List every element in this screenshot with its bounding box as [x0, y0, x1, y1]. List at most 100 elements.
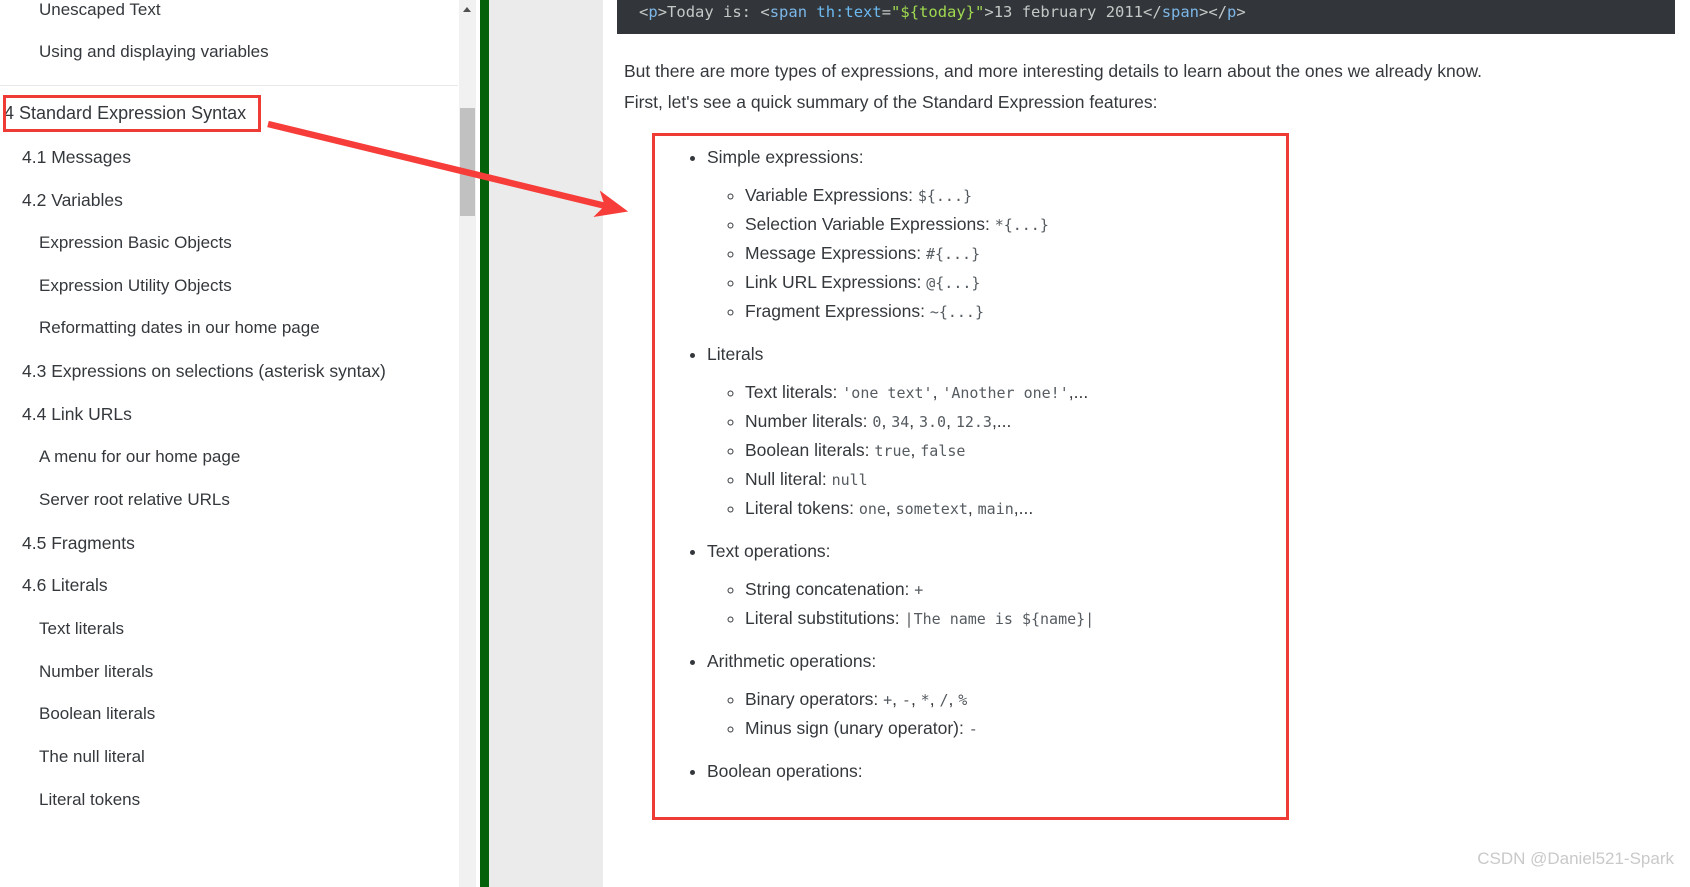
feature-item-code: one — [858, 500, 886, 518]
code-token-9: "${today}" — [891, 3, 985, 21]
sidebar-scrollbar[interactable] — [459, 0, 476, 887]
feature-item-code: 3.0 — [918, 413, 947, 431]
toc-item-8[interactable]: 4.3 Expressions on selections (asterisk … — [0, 361, 386, 382]
toc-item-6[interactable]: Expression Utility Objects — [0, 276, 232, 296]
feature-item-code: @{...} — [926, 274, 981, 292]
toc-item-7[interactable]: Reformatting dates in our home page — [0, 318, 320, 338]
feature-item-label: Selection Variable Expressions: — [745, 214, 990, 234]
code-sample-block: <p>Today is: <span th:text="${today}">13… — [617, 0, 1675, 34]
feature-item-code: null — [831, 471, 868, 489]
feature-item-code: ${...} — [917, 187, 973, 205]
feature-sublist: Text literals: 'one text', 'Another one!… — [707, 378, 1286, 523]
green-divider-bar — [480, 0, 489, 887]
feature-item-code: true — [874, 442, 911, 460]
feature-item-tail: ,... — [1013, 498, 1034, 518]
toc-item-17[interactable]: The null literal — [0, 747, 145, 767]
feature-item-code: main — [977, 500, 1014, 518]
feature-item-code: *{...} — [994, 216, 1049, 234]
feature-item-label: Message Expressions: — [745, 243, 922, 263]
feature-item-label: Binary operators: — [745, 689, 879, 709]
feature-item-separator: , — [932, 382, 943, 402]
feature-group: Simple expressions: Variable Expressions:… — [707, 145, 1286, 326]
toc-item-15[interactable]: Number literals — [0, 662, 153, 682]
feature-item: Boolean literals: true, false — [745, 436, 1286, 465]
feature-item-code: #{...} — [925, 245, 981, 263]
feature-item-code: 'one text' — [842, 384, 933, 402]
code-token-12: span — [1161, 3, 1200, 21]
main-content: <p>Today is: <span th:text="${today}">13… — [603, 0, 1690, 887]
feature-item-code: - — [901, 691, 911, 709]
code-token-5: span — [769, 3, 808, 21]
feature-item: Null literal: null — [745, 465, 1286, 494]
feature-item-tail: ,... — [1068, 382, 1089, 402]
feature-item-separator: , — [909, 411, 919, 431]
feature-item: Link URL Expressions: @{...} — [745, 268, 1286, 297]
feature-item-label: Variable Expressions: — [745, 185, 913, 205]
feature-item: String concatenation: + — [745, 575, 1286, 604]
code-token-3: Today is: — [667, 3, 761, 21]
feature-item-code: * — [920, 691, 930, 709]
toc-item-11[interactable]: Server root relative URLs — [0, 490, 230, 510]
feature-group-title: Simple expressions: — [707, 147, 864, 167]
code-token-16: > — [1236, 3, 1246, 21]
feature-item-code: 'Another one!' — [942, 384, 1069, 402]
toc-item-16[interactable]: Boolean literals — [0, 704, 155, 724]
feature-item-label: Literal substitutions: — [745, 608, 900, 628]
scroll-up-arrow-icon[interactable] — [459, 0, 476, 17]
feature-item-code: + — [914, 581, 924, 599]
feature-list: Simple expressions: Variable Expressions:… — [655, 145, 1286, 783]
feature-item: Message Expressions: #{...} — [745, 239, 1286, 268]
code-token-0: < — [639, 3, 649, 21]
feature-group: Boolean operations: — [707, 759, 1286, 783]
table-of-contents-sidebar[interactable]: Unescaped Text Using and displaying varia… — [0, 0, 458, 887]
feature-group-title: Boolean operations: — [707, 761, 863, 781]
toc-item-4[interactable]: 4.2 Variables — [0, 190, 123, 211]
toc-item-13[interactable]: 4.6 Literals — [0, 575, 108, 596]
toc-item-1[interactable]: Using and displaying variables — [0, 42, 269, 62]
toc-item-14[interactable]: Text literals — [0, 619, 124, 639]
feature-item-tail: ,... — [991, 411, 1012, 431]
feature-item-label: Null literal: — [745, 469, 827, 489]
toc-item-10[interactable]: A menu for our home page — [0, 447, 240, 467]
code-token-14: </ — [1208, 3, 1228, 21]
feature-item-separator: , — [910, 440, 921, 460]
feature-item-label: Boolean literals: — [745, 440, 870, 460]
page-left-gutter — [489, 0, 603, 887]
code-token-7: th:text — [816, 3, 882, 21]
toc-item-5[interactable]: Expression Basic Objects — [0, 233, 232, 253]
toc-item-2[interactable]: 4 Standard Expression Syntax — [0, 103, 246, 125]
feature-item-separator: , — [885, 498, 896, 518]
feature-item-label: Minus sign (unary operator): — [745, 718, 964, 738]
feature-item-label: Number literals: — [745, 411, 868, 431]
code-token-2: > — [657, 3, 668, 21]
scrollbar-thumb[interactable] — [460, 108, 475, 216]
feature-item-separator: , — [929, 689, 940, 709]
toc-item-12[interactable]: 4.5 Fragments — [0, 533, 135, 554]
feature-item: Number literals: 0, 34, 3.0, 12.3,... — [745, 407, 1286, 436]
code-token-15: p — [1227, 3, 1237, 21]
feature-item-separator: , — [881, 411, 892, 431]
feature-item: Fragment Expressions: ~{...} — [745, 297, 1286, 326]
code-token-11: </ — [1143, 3, 1162, 21]
code-token-6 — [807, 3, 816, 21]
feature-item: Minus sign (unary operator): - — [745, 714, 1286, 743]
toc-item-9[interactable]: 4.4 Link URLs — [0, 404, 132, 425]
feature-item-code: sometext — [895, 500, 968, 518]
feature-item-separator: , — [946, 411, 956, 431]
feature-item-label: Literal tokens: — [745, 498, 854, 518]
feature-group-title: Text operations: — [707, 541, 831, 561]
toc-item-3[interactable]: 4.1 Messages — [0, 147, 131, 168]
code-token-4: < — [760, 3, 770, 21]
feature-item: Text literals: 'one text', 'Another one!… — [745, 378, 1286, 407]
toc-item-0[interactable]: Unescaped Text — [0, 0, 161, 20]
feature-group-title: Literals — [707, 344, 764, 364]
code-sample-line: <p>Today is: <span th:text="${today}">13… — [639, 2, 1675, 22]
feature-item-separator: , — [910, 689, 921, 709]
feature-item-code: % — [958, 691, 968, 709]
toc-section-divider — [0, 85, 458, 86]
feature-item: Literal substitutions: |The name is ${na… — [745, 604, 1286, 633]
feature-item-separator: , — [967, 498, 978, 518]
intro-paragraph: But there are more types of expressions,… — [624, 56, 1674, 118]
toc-item-18[interactable]: Literal tokens — [0, 790, 140, 810]
feature-item-code: 12.3 — [955, 413, 992, 431]
